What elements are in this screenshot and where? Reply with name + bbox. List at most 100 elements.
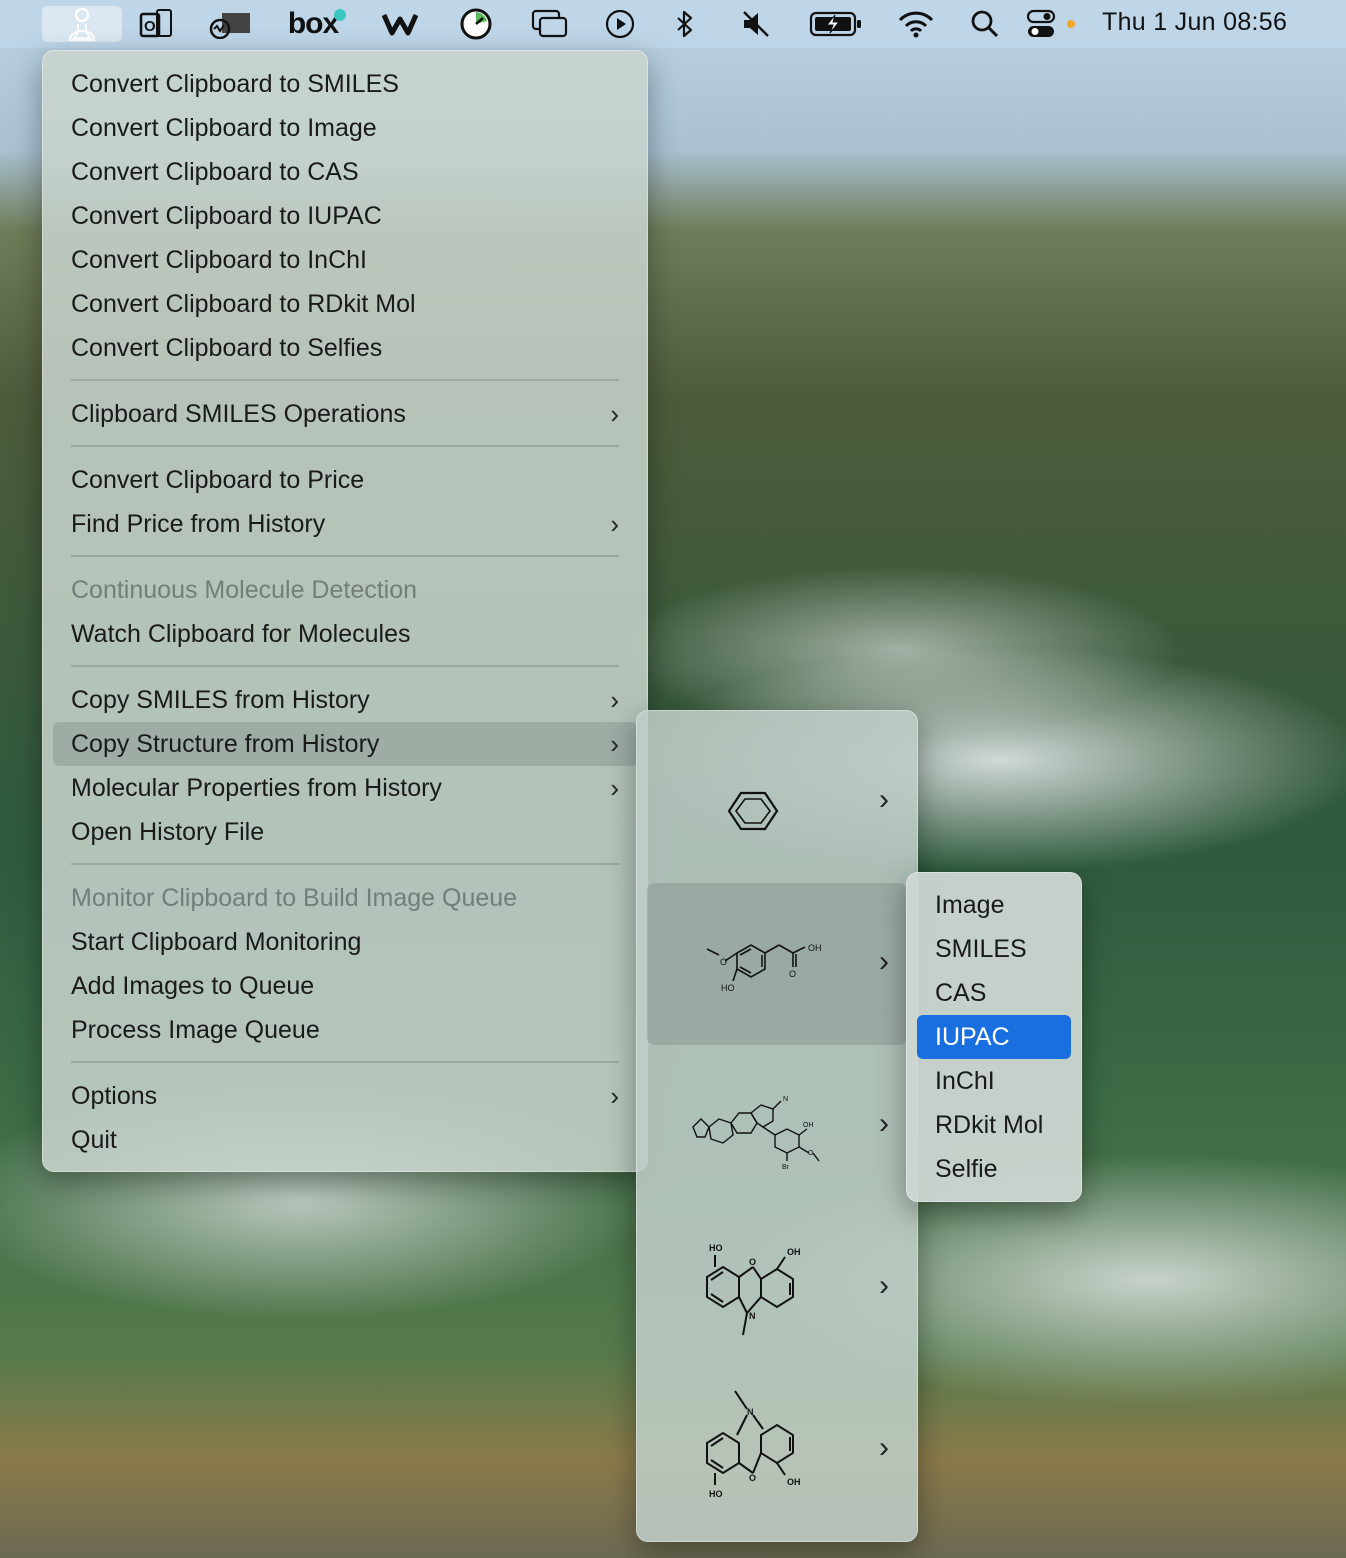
structure-item-molecule-4[interactable]: HO OH O N ›: [647, 1207, 907, 1369]
format-item-selfie[interactable]: Selfie: [917, 1147, 1071, 1191]
format-item-iupac[interactable]: IUPAC: [917, 1015, 1071, 1059]
menu-item-label: Convert Clipboard to Price: [71, 466, 365, 494]
wifi-icon[interactable]: [896, 6, 936, 42]
menu-item-watch-clipboard[interactable]: Watch Clipboard for Molecules: [53, 612, 637, 656]
svg-text:O: O: [144, 18, 156, 35]
bluetooth-icon[interactable]: [670, 6, 700, 42]
menu-item-label: Quit: [71, 1126, 117, 1154]
menu-item-label: Molecular Properties from History: [71, 774, 442, 802]
menu-item-label: Copy SMILES from History: [71, 686, 370, 714]
menu-header-image-queue: Monitor Clipboard to Build Image Queue: [53, 876, 637, 920]
molecule-structure-icon: HO OH O N: [706, 1243, 801, 1336]
atom-label: OH: [787, 1477, 801, 1487]
chevron-right-icon: ›: [610, 773, 619, 803]
menubar-clock[interactable]: Thu 1 Jun 08:56: [1102, 8, 1287, 37]
atom-label: HO: [721, 983, 735, 993]
chemist-app-icon[interactable]: [42, 6, 122, 42]
menu-item-process-queue[interactable]: Process Image Queue: [53, 1008, 637, 1052]
atom-label: N: [783, 1096, 788, 1103]
benzene-structure-icon: [727, 791, 779, 831]
box-label: box: [287, 7, 339, 40]
menu-item-find-price-history[interactable]: Find Price from History ›: [53, 502, 637, 546]
menu-item-label: Watch Clipboard for Molecules: [71, 620, 411, 648]
copy-format-submenu: Image SMILES CAS IUPAC InChI RDkit Mol S…: [906, 872, 1082, 1202]
atom-label: OH: [787, 1247, 801, 1257]
outlook-icon[interactable]: O: [136, 6, 176, 42]
control-center-icon[interactable]: [1024, 6, 1080, 42]
menu-item-label: Options: [71, 1082, 158, 1110]
search-icon[interactable]: [968, 6, 1002, 42]
format-item-cas[interactable]: CAS: [917, 971, 1071, 1015]
menu-item-convert-selfies[interactable]: Convert Clipboard to Selfies: [53, 326, 637, 370]
atom-label: HO: [709, 1489, 723, 1499]
chevron-right-icon: ›: [610, 729, 619, 759]
menu-separator: [71, 445, 619, 447]
menu-item-options[interactable]: Options ›: [53, 1074, 637, 1118]
menu-item-label: Convert Clipboard to Selfies: [71, 334, 383, 362]
activity-monitor-icon[interactable]: [206, 6, 252, 42]
structure-history-submenu: › O OH HO O › N OH O Br › HO OH O N › N …: [636, 710, 918, 1542]
menu-item-convert-cas[interactable]: Convert Clipboard to CAS: [53, 150, 637, 194]
webex-icon[interactable]: [380, 6, 420, 42]
menu-header-continuous-detection: Continuous Molecule Detection: [53, 568, 637, 612]
molecule-structure-icon: N OH O Br: [692, 1096, 820, 1171]
menu-item-copy-smiles-history[interactable]: Copy SMILES from History ›: [53, 678, 637, 722]
menu-item-copy-structure-history[interactable]: Copy Structure from History ›: [53, 722, 637, 766]
molecule-structure-icon: N HO OH O: [706, 1390, 801, 1499]
atom-label: HO: [709, 1243, 723, 1253]
menu-item-start-monitoring[interactable]: Start Clipboard Monitoring: [53, 920, 637, 964]
structure-item-molecule-3[interactable]: N OH O Br ›: [647, 1045, 907, 1207]
structure-item-molecule-5[interactable]: N HO OH O ›: [647, 1369, 907, 1531]
mute-icon[interactable]: [738, 6, 774, 42]
menu-item-convert-iupac[interactable]: Convert Clipboard to IUPAC: [53, 194, 637, 238]
menu-item-convert-rdkit[interactable]: Convert Clipboard to RDkit Mol: [53, 282, 637, 326]
chevron-right-icon: ›: [610, 1081, 619, 1111]
menu-separator: [71, 379, 619, 381]
play-icon[interactable]: [602, 6, 638, 42]
menu-item-label: Convert Clipboard to SMILES: [71, 70, 399, 98]
format-item-inchi[interactable]: InChI: [917, 1059, 1071, 1103]
menu-item-label: Clipboard SMILES Operations: [71, 400, 406, 428]
format-item-smiles[interactable]: SMILES: [917, 927, 1071, 971]
atom-label: OH: [808, 943, 822, 953]
battery-charging-icon[interactable]: [808, 6, 864, 42]
atom-label: N: [747, 1407, 754, 1417]
menu-item-label: Open History File: [71, 818, 265, 846]
atom-label: O: [789, 969, 796, 979]
menu-item-convert-price[interactable]: Convert Clipboard to Price: [53, 458, 637, 502]
menu-item-add-images[interactable]: Add Images to Queue: [53, 964, 637, 1008]
menu-item-open-history-file[interactable]: Open History File: [53, 810, 637, 854]
atom-label: O: [749, 1473, 756, 1483]
menu-item-smiles-operations[interactable]: Clipboard SMILES Operations ›: [53, 392, 637, 436]
menu-item-label: Copy Structure from History: [71, 730, 380, 758]
atom-label: N: [749, 1311, 756, 1321]
menu-item-quit[interactable]: Quit: [53, 1118, 637, 1162]
app-dropdown-menu: Convert Clipboard to SMILES Convert Clip…: [42, 50, 648, 1172]
box-icon[interactable]: box: [284, 6, 350, 42]
format-item-rdkit-mol[interactable]: RDkit Mol: [917, 1103, 1071, 1147]
structure-item-molecule-2[interactable]: O OH HO O ›: [647, 883, 907, 1045]
stopwatch-icon[interactable]: [456, 6, 496, 42]
menu-item-convert-image[interactable]: Convert Clipboard to Image: [53, 106, 637, 150]
menu-item-molecular-properties[interactable]: Molecular Properties from History ›: [53, 766, 637, 810]
menu-item-label: Process Image Queue: [71, 1016, 320, 1044]
menu-item-convert-smiles[interactable]: Convert Clipboard to SMILES: [53, 62, 637, 106]
molecule-structure-icon: O OH HO O: [706, 943, 822, 993]
menu-item-label: Continuous Molecule Detection: [71, 576, 418, 604]
format-item-image[interactable]: Image: [917, 883, 1071, 927]
chevron-right-icon: ›: [610, 509, 619, 539]
chevron-right-icon: ›: [879, 1431, 889, 1464]
chevron-right-icon: ›: [879, 1107, 889, 1140]
chevron-right-icon: ›: [610, 685, 619, 715]
chevron-right-icon: ›: [879, 1269, 889, 1302]
chevron-right-icon: ›: [879, 945, 889, 978]
structure-item-benzene[interactable]: ›: [647, 721, 907, 883]
menu-item-label: Monitor Clipboard to Build Image Queue: [71, 884, 518, 912]
atom-label: OH: [803, 1122, 814, 1129]
menu-item-label: Convert Clipboard to Image: [71, 114, 377, 142]
menu-item-label: Convert Clipboard to InChI: [71, 246, 367, 274]
chevron-right-icon: ›: [610, 399, 619, 429]
menu-item-convert-inchi[interactable]: Convert Clipboard to InChI: [53, 238, 637, 282]
window-manager-icon[interactable]: [528, 6, 572, 42]
atom-label: O: [720, 957, 727, 967]
